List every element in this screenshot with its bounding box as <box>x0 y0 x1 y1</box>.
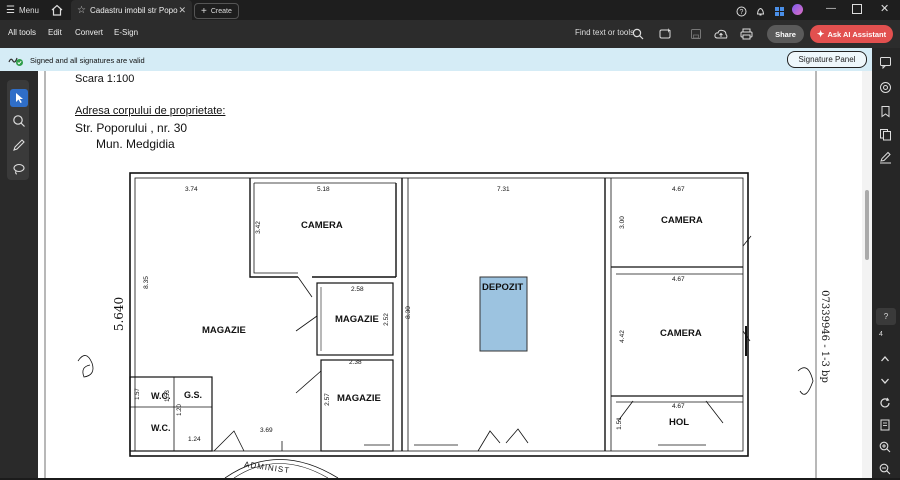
lasso-tool-icon[interactable] <box>12 162 26 181</box>
room-label-magazie-3: MAGAZIE <box>337 393 381 404</box>
print-icon[interactable] <box>740 27 753 45</box>
menu-button[interactable]: ☰ Menu <box>6 3 39 17</box>
dimension-label: 1.51 <box>615 417 623 430</box>
dimension-label: 5.18 <box>317 186 330 193</box>
pdf-page: Scara 1:100 Adresa corpului de proprieta… <box>38 71 862 478</box>
dimension-label: 4.42 <box>618 330 626 343</box>
room-label-camera: CAMERA <box>301 220 343 231</box>
zoom-out-icon[interactable] <box>879 462 891 480</box>
address-city: Mun. Medgidia <box>96 137 175 151</box>
search-icon[interactable] <box>632 27 644 45</box>
vertical-scrollbar[interactable] <box>862 71 872 478</box>
svg-text:?: ? <box>740 9 744 16</box>
pages-icon[interactable] <box>879 128 892 146</box>
scrollbar-thumb[interactable] <box>865 190 869 260</box>
signature-panel-button[interactable]: Signature Panel <box>787 51 867 68</box>
minimize-icon[interactable]: — <box>826 3 836 14</box>
dimension-label: 8.35 <box>142 276 150 289</box>
dimension-label: 4.67 <box>672 186 685 193</box>
hamburger-icon: ☰ <box>6 4 15 16</box>
signature-status-text: Signed and all signatures are valid <box>30 56 145 65</box>
upload-cloud-icon[interactable] <box>714 27 728 45</box>
close-window-icon[interactable]: ✕ <box>880 2 889 15</box>
at-sign-icon[interactable] <box>879 81 892 99</box>
dimension-label: 7.31 <box>497 186 510 193</box>
menu-all-tools[interactable]: All tools <box>8 28 36 37</box>
document-info-icon[interactable] <box>879 418 891 436</box>
margin-handwriting-right: 07339946 - 1-3 bp <box>818 290 830 383</box>
address-street: Str. Poporului , nr. 30 <box>75 121 188 135</box>
dimension-label: 2.58 <box>351 286 364 293</box>
dimension-label: 2.38 <box>349 359 362 366</box>
ai-assistant-icon: ✦ <box>816 28 825 39</box>
comment-panel-icon[interactable] <box>879 56 892 74</box>
room-label-magazie-2: MAGAZIE <box>335 314 379 325</box>
ai-tools-icon[interactable] <box>659 27 672 45</box>
room-label-depozit: DEPOZIT <box>482 282 524 293</box>
dimension-label: 3.74 <box>185 186 198 193</box>
dimension-label: 3.42 <box>254 221 262 234</box>
dimension-label: 3.00 <box>618 216 626 229</box>
comment-zoom-tool-icon[interactable] <box>12 114 26 133</box>
page-number-indicator: 4 <box>879 331 883 338</box>
help-button[interactable]: ? <box>876 308 896 325</box>
star-icon[interactable]: ☆ <box>77 5 86 16</box>
ask-ai-assistant-button[interactable]: ✦ Ask AI Assistant <box>810 25 893 43</box>
cursor-icon <box>16 93 23 103</box>
menu-convert[interactable]: Convert <box>75 28 103 37</box>
dimension-label: 1.57 <box>134 388 141 400</box>
select-tool-button[interactable] <box>10 89 28 107</box>
address-heading: Adresa corpului de proprietate: <box>75 105 226 117</box>
menu-edit[interactable]: Edit <box>48 28 62 37</box>
room-label-hol: HOL <box>669 417 690 428</box>
room-label-magazie: MAGAZIE <box>202 325 246 336</box>
pen-tool-icon[interactable] <box>12 138 26 157</box>
ai-assistant-label: Ask AI Assistant <box>827 29 887 39</box>
signature-valid-icon <box>8 53 24 72</box>
menu-label: Menu <box>18 5 39 15</box>
room-label-camera-3: CAMERA <box>660 328 702 339</box>
dimension-label: 8.30 <box>404 306 412 319</box>
chevron-down-icon[interactable] <box>879 374 891 392</box>
room-label-gs: G.S. <box>184 390 203 400</box>
dimension-label: 3.69 <box>260 427 273 434</box>
share-button[interactable]: Share <box>767 25 804 43</box>
bookmark-icon[interactable] <box>879 105 892 123</box>
dimension-label: 4.67 <box>672 276 685 283</box>
dimension-label: 1.20 <box>176 404 183 416</box>
save-icon[interactable] <box>690 27 702 45</box>
dimension-label: 1.53 <box>164 390 171 402</box>
create-button[interactable]: + Create <box>194 3 239 19</box>
dimension-label: 2.52 <box>382 313 390 326</box>
refresh-icon[interactable] <box>879 396 891 414</box>
chevron-up-icon[interactable] <box>879 352 891 370</box>
dimension-label: 1.24 <box>188 436 201 443</box>
dimension-label: 2.57 <box>323 393 331 406</box>
maximize-icon[interactable] <box>852 4 862 14</box>
menu-esign[interactable]: E-Sign <box>114 28 138 37</box>
find-text-label[interactable]: Find text or tools <box>575 28 634 37</box>
avatar[interactable] <box>792 4 803 15</box>
dimension-label: 4.67 <box>672 403 685 410</box>
signature-tool-icon[interactable] <box>879 151 892 169</box>
document-tab[interactable]: ☆ Cadastru imobil str Popo ✕ <box>71 0 192 20</box>
zoom-in-icon[interactable] <box>879 440 891 458</box>
create-label: Create <box>210 7 232 15</box>
plus-icon: + <box>201 5 207 17</box>
room-label-wc-2: W.C. <box>151 423 171 433</box>
margin-handwriting: 5.640 <box>112 296 127 332</box>
room-label-camera-2: CAMERA <box>661 215 703 226</box>
close-tab-icon[interactable]: ✕ <box>178 5 186 16</box>
tab-title: Cadastru imobil str Popo <box>89 5 178 15</box>
scale-label: Scara 1:100 <box>75 73 135 85</box>
